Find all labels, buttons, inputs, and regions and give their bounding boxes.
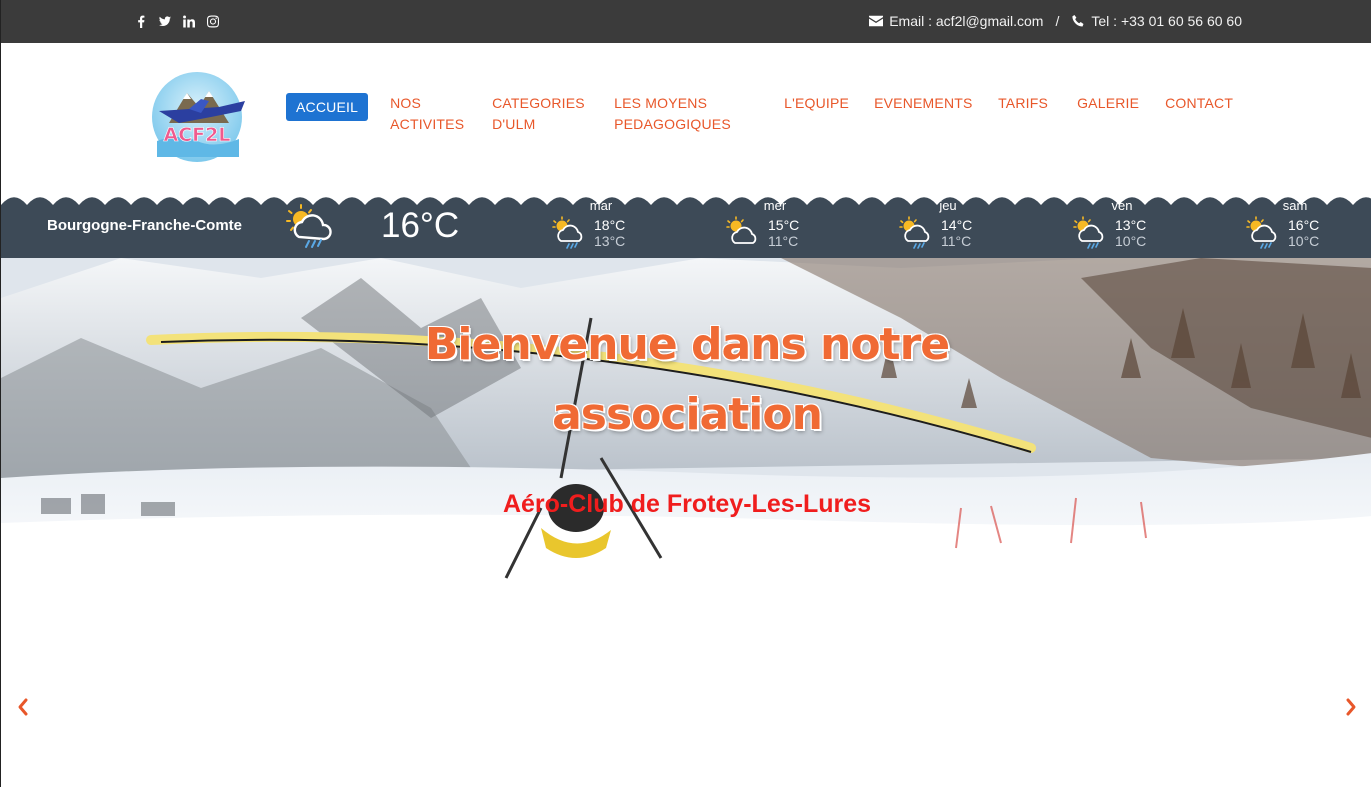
sun-cloud-rain-icon (552, 216, 583, 249)
wave-border (1, 194, 1371, 205)
forecast-day-name: ven (1111, 198, 1133, 213)
forecast-day: sam 16°C 10°C (1246, 198, 1336, 256)
forecast-low: 11°C (768, 233, 799, 249)
nav-item-accueil[interactable]: ACCUEIL (286, 93, 369, 121)
forecast-high: 14°C (941, 217, 973, 233)
twitter-icon[interactable] (159, 13, 171, 29)
nav-item-evenements[interactable]: EVENEMENTS (874, 93, 998, 135)
main-nav: ACCUEIL NOS ACTIVITES CATEGORIES D'ULM L… (286, 93, 1245, 135)
slider-prev-button[interactable] (16, 697, 30, 717)
forecast-low: 11°C (941, 233, 972, 249)
current-weather-icon (286, 204, 332, 248)
hero-title: Bienvenue dans notre association (424, 319, 950, 440)
forecast-day: mar 18°C 13°C (552, 198, 642, 256)
forecast-high: 13°C (1115, 217, 1147, 233)
forecast-day: jeu 14°C 11°C (899, 198, 989, 256)
forecast-day-name: mer (763, 198, 787, 213)
current-temperature: 16°C (381, 206, 460, 245)
email-link[interactable]: Email : acf2l@gmail.com (889, 13, 1043, 29)
logo-text: ACF2L (164, 124, 231, 146)
forecast-day: ven 13°C 10°C (1073, 198, 1163, 256)
social-links (135, 13, 219, 29)
nav-item-tarifs[interactable]: TARIFS (998, 93, 1077, 135)
envelope-icon (869, 15, 884, 27)
site-logo[interactable]: ACF2L (149, 71, 245, 163)
nav-item-nos-activites[interactable]: NOS ACTIVITES (390, 93, 492, 135)
forecast-low: 13°C (594, 233, 626, 249)
chevron-left-icon (18, 698, 28, 716)
forecast-high: 16°C (1288, 217, 1320, 233)
linkedin-icon[interactable] (183, 13, 195, 29)
forecast-day: mer 15°C 11°C (726, 198, 816, 256)
hero-subtitle: Aéro-Club de Frotey-Les-Lures (502, 490, 872, 518)
nav-item-galerie[interactable]: GALERIE (1077, 93, 1165, 135)
nav-item-equipe[interactable]: L'EQUIPE (784, 93, 874, 135)
page: Email : acf2l@gmail.com / Tel : +33 01 6… (0, 0, 1371, 787)
nav-item-moyens-pedagogiques[interactable]: LES MOYENS PEDAGOGIQUES (614, 93, 784, 135)
forecast-day-name: jeu (939, 198, 957, 213)
hero-slider: Bienvenue dans notre association Aéro-Cl… (1, 258, 1371, 590)
sun-cloud-rain-icon (1073, 216, 1104, 249)
top-bar: Email : acf2l@gmail.com / Tel : +33 01 6… (1, 0, 1371, 43)
sun-cloud-icon (726, 216, 757, 244)
phone-link[interactable]: Tel : +33 01 60 56 60 60 (1091, 13, 1242, 29)
contact-info: Email : acf2l@gmail.com / Tel : +33 01 6… (869, 13, 1242, 29)
facebook-icon[interactable] (135, 13, 147, 29)
nav-item-contact[interactable]: CONTACT (1165, 93, 1245, 135)
slider-next-button[interactable] (1344, 697, 1358, 717)
forecast-day-name: mar (589, 198, 613, 213)
contact-separator: / (1055, 13, 1060, 29)
forecast-low: 10°C (1288, 233, 1320, 249)
nav-item-categories-ulm[interactable]: CATEGORIES D'ULM (492, 93, 614, 135)
site-header: ACF2L ACCUEIL NOS ACTIVITES CATEGORIES D… (1, 43, 1371, 195)
instagram-icon[interactable] (207, 13, 219, 29)
weather-region: Bourgogne-Franche-Comte (47, 217, 242, 234)
forecast-day-name: sam (1282, 198, 1308, 213)
weather-widget: Bourgogne-Franche-Comte 16°C mar 18°C 13… (1, 194, 1371, 258)
sun-cloud-rain-icon (1246, 216, 1277, 249)
phone-icon (1072, 15, 1084, 27)
sun-cloud-rain-icon (899, 216, 930, 249)
forecast-high: 15°C (768, 217, 800, 233)
chevron-right-icon (1346, 698, 1356, 716)
forecast-high: 18°C (594, 217, 626, 233)
forecast-low: 10°C (1115, 233, 1147, 249)
